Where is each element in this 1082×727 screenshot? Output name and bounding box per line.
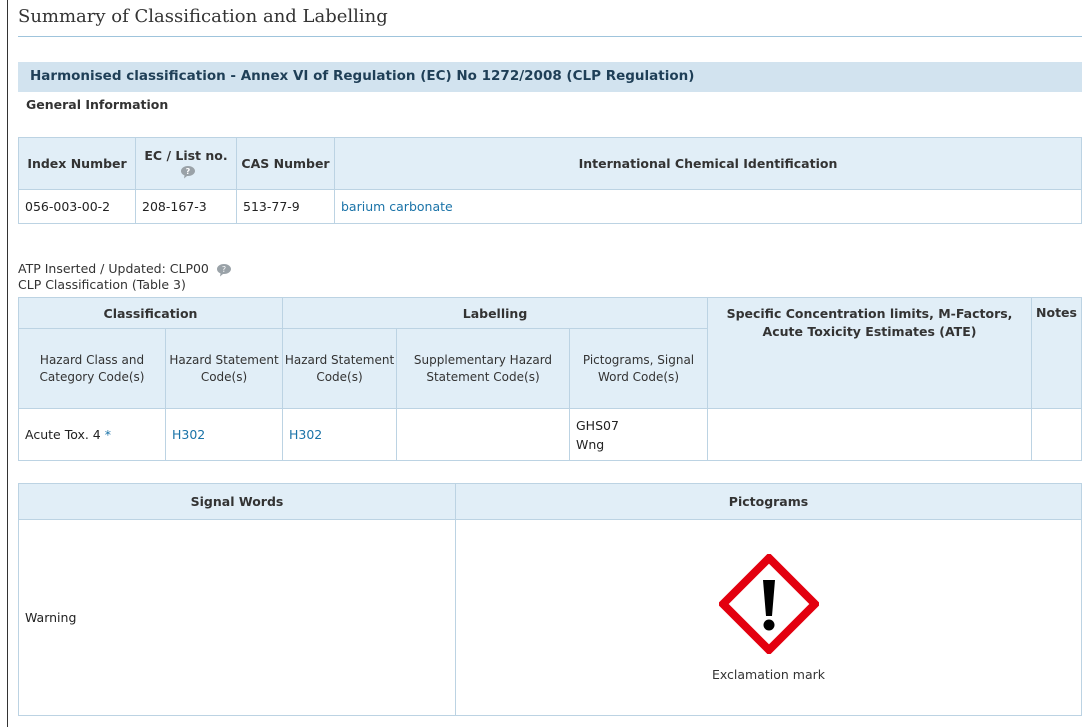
supplementary-hazard-cell xyxy=(396,408,570,461)
pictograms-signal-header: Pictograms, Signal Word Code(s) xyxy=(569,328,708,409)
pictogram-code: GHS07 xyxy=(576,417,619,433)
identification-header-row: Index Number EC / List no. ? CAS Number … xyxy=(18,137,1082,190)
signal-word-code: Wng xyxy=(576,436,605,452)
hazard-statement-link[interactable]: H302 xyxy=(172,427,205,442)
ec-list-no-cell: 208-167-3 xyxy=(135,189,237,224)
table-row: 056-003-00-2 208-167-3 513-77-9 barium c… xyxy=(18,189,1082,224)
section-title: Harmonised classification - Annex VI of … xyxy=(18,62,1082,92)
ec-list-no-header: EC / List no. ? xyxy=(135,137,237,190)
signal-words-header: Signal Words xyxy=(18,483,456,520)
help-icon[interactable]: ? xyxy=(180,165,196,179)
signal-pictogram-table: Signal Words Pictograms Warning Exclamat… xyxy=(18,483,1082,716)
signal-header-row: Signal Words Pictograms xyxy=(18,483,1082,520)
identification-table: Index Number EC / List no. ? CAS Number … xyxy=(18,137,1082,224)
hazard-statement-label-header: Hazard Statement Code(s) xyxy=(282,328,397,409)
hazard-statement-label-cell: H302 xyxy=(282,408,397,461)
hazard-class-cell: Acute Tox. 4 * xyxy=(18,408,166,461)
supplementary-hazard-header: Supplementary Hazard Statement Code(s) xyxy=(396,328,570,409)
pictogram-cell: Exclamation mark xyxy=(455,519,1082,716)
atp-label: ATP Inserted / Updated: CLP00 xyxy=(18,261,209,276)
pictograms-header: Pictograms xyxy=(455,483,1082,520)
minimum-classification-marker[interactable]: * xyxy=(105,427,111,442)
hazard-statement-class-cell: H302 xyxy=(165,408,283,461)
notes-header: Notes xyxy=(1031,297,1082,409)
title-divider xyxy=(18,36,1082,37)
ec-list-no-label: EC / List no. xyxy=(144,148,228,164)
substance-link[interactable]: barium carbonate xyxy=(341,199,453,214)
cas-number-cell: 513-77-9 xyxy=(236,189,335,224)
exclamation-mark-icon xyxy=(719,554,819,654)
labelling-header: Labelling xyxy=(282,297,708,329)
chemical-identification-cell: barium carbonate xyxy=(334,189,1082,224)
index-number-header: Index Number xyxy=(18,137,136,190)
exclamation-dot xyxy=(763,619,775,631)
cas-number-header: CAS Number xyxy=(236,137,335,190)
classification-header: Classification xyxy=(18,297,283,329)
pictogram-caption: Exclamation mark xyxy=(711,667,826,682)
clp-info: ATP Inserted / Updated: CLP00 ? CLP Clas… xyxy=(18,261,232,292)
clp-table-caption: CLP Classification (Table 3) xyxy=(18,276,186,292)
notes-cell xyxy=(1031,408,1082,461)
index-number-cell: 056-003-00-2 xyxy=(18,189,136,224)
hazard-statement-link[interactable]: H302 xyxy=(289,427,322,442)
help-icon[interactable]: ? xyxy=(216,263,232,277)
hazard-statement-class-header: Hazard Statement Code(s) xyxy=(165,328,283,409)
general-information-heading: General Information xyxy=(26,97,169,112)
hazard-class-value: Acute Tox. 4 xyxy=(25,427,101,442)
signal-word-cell: Warning xyxy=(18,519,456,716)
table-row: Acute Tox. 4 * H302 H302 GHS07 Wng xyxy=(18,408,1082,461)
hazard-class-header: Hazard Class and Category Code(s) xyxy=(18,328,166,409)
scl-header: Specific Concentration limits, M-Factors… xyxy=(707,297,1032,409)
chemical-identification-header: International Chemical Identification xyxy=(334,137,1082,190)
table-row: Warning Exclamation mark xyxy=(18,519,1082,716)
svg-text:?: ? xyxy=(185,167,190,176)
clp-classification-table: Classification Labelling Specific Concen… xyxy=(18,297,1082,461)
page-title: Summary of Classification and Labelling xyxy=(18,6,388,27)
scl-cell xyxy=(707,408,1032,461)
atp-line: ATP Inserted / Updated: CLP00 ? xyxy=(18,261,232,277)
pictograms-signal-cell: GHS07 Wng xyxy=(569,408,708,461)
svg-text:?: ? xyxy=(222,265,226,274)
clp-header-row-1: Classification Labelling Specific Concen… xyxy=(18,297,1082,409)
